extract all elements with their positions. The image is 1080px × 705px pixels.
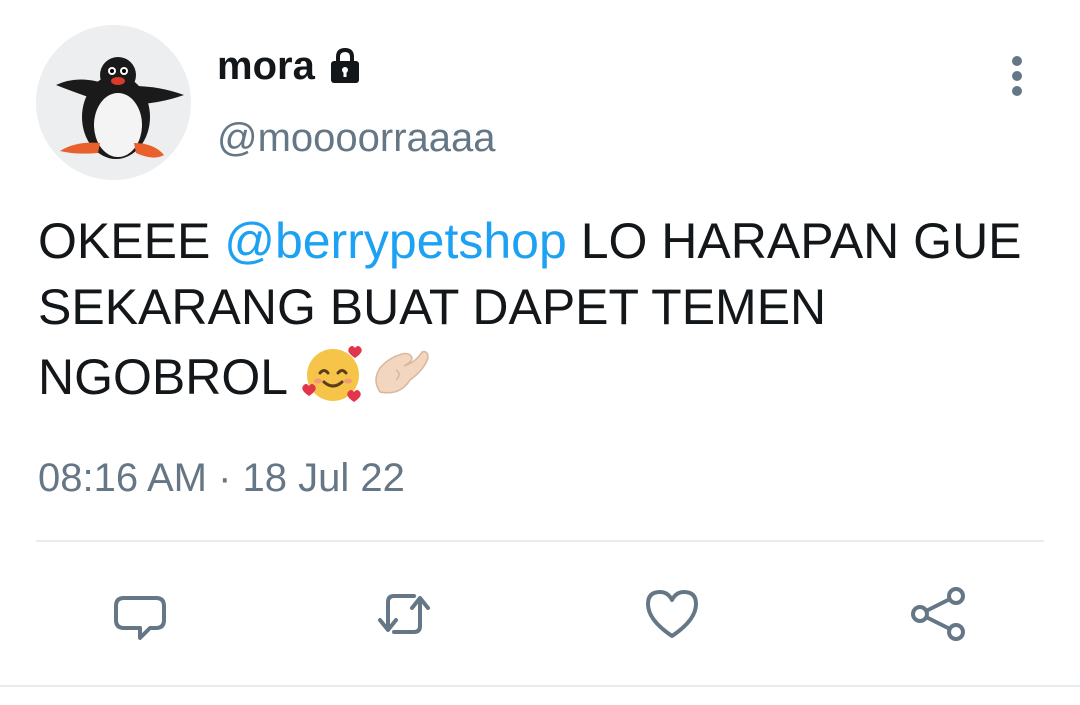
share-button[interactable] <box>908 584 968 644</box>
avatar[interactable] <box>36 25 191 180</box>
pinching-hand-emoji <box>375 350 429 394</box>
smiling-face-with-hearts-emoji <box>302 346 362 402</box>
bottom-divider <box>0 685 1080 687</box>
retweet-button[interactable] <box>374 584 434 644</box>
display-name[interactable]: mora <box>217 40 315 92</box>
mention-link[interactable]: @berrypetshop <box>224 213 567 269</box>
retweet-icon <box>378 594 430 634</box>
lock-icon <box>330 47 359 83</box>
heart-icon <box>646 590 698 638</box>
display-name-row[interactable]: mora <box>217 40 365 92</box>
reply-button[interactable] <box>110 584 170 644</box>
user-handle[interactable]: @moooorraaaa <box>217 112 496 164</box>
tweet-text: OKEEE @berrypetshop LO HARAPAN GUE SEKAR… <box>38 208 1048 410</box>
share-icon <box>911 587 965 641</box>
like-button[interactable] <box>642 584 702 644</box>
penguin-avatar-icon <box>36 25 191 180</box>
tweet-text-before: OKEEE <box>38 213 225 269</box>
divider <box>36 540 1044 542</box>
reply-icon <box>114 596 166 640</box>
tweet-card: mora @moooorraaaa OKEEE @berrypetshop LO… <box>0 0 1080 705</box>
tweet-timestamp[interactable]: 08:16 AM · 18 Jul 22 <box>38 452 405 504</box>
more-vertical-icon[interactable] <box>1000 52 1034 100</box>
